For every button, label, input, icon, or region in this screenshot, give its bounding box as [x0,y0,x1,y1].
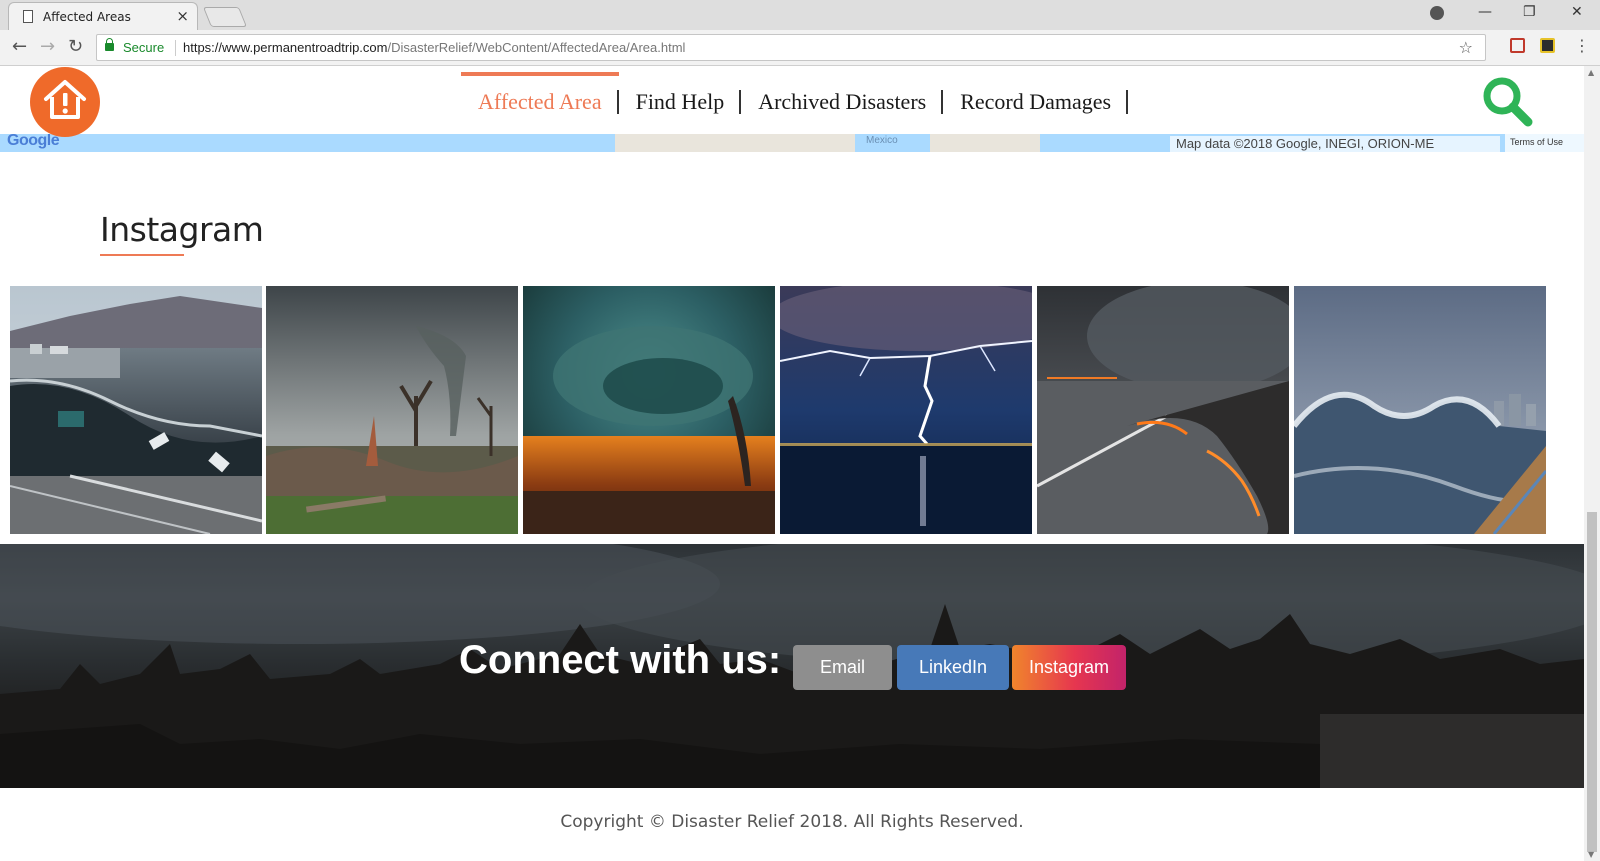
house-alert-icon [44,80,86,119]
page-scrollbar[interactable]: ▲ ▼ [1584,66,1600,861]
page: Google Mexico Map data ©2018 Google, INE… [0,66,1584,861]
scroll-up-icon[interactable]: ▲ [1588,68,1594,77]
window-close-icon[interactable]: ✕ [1571,4,1583,20]
search-icon [1483,77,1533,127]
title-underline [100,254,184,256]
connect-banner: Connect with us: Email LinkedIn Instagra… [0,544,1584,788]
map-attribution: Map data ©2018 Google, INEGI, ORION-ME [1170,136,1500,152]
lock-icon [105,38,114,51]
url-path: /DisasterRelief/WebContent/AffectedArea/… [387,40,686,55]
divider [175,40,176,56]
scrollbar-thumb[interactable] [1587,512,1597,852]
section-title: Instagram [100,210,264,249]
document-icon [23,10,33,23]
extension-icon[interactable] [1540,38,1555,53]
lava-road-photo[interactable] [1037,286,1289,534]
map-label: Mexico [866,135,898,146]
tornado-sunset-photo[interactable] [523,286,775,534]
map-land [615,132,855,152]
extension-pocket-icon[interactable] [1510,38,1525,53]
map-strip[interactable]: Google Mexico Map data ©2018 Google, INE… [0,132,1584,152]
instagram-gallery [10,286,1574,534]
forward-icon[interactable]: → [40,36,55,57]
tsunami-city-photo[interactable] [10,286,262,534]
copyright-text: Copyright © Disaster Relief 2018. All Ri… [560,812,1024,832]
browser-toolbar: ← → ↻ Secure https://www.permanentroadtr… [0,30,1600,66]
search-button[interactable] [1480,74,1536,130]
site-logo[interactable] [30,67,100,137]
map-land [930,132,1040,152]
linkedin-button[interactable]: LinkedIn [897,645,1009,690]
reload-icon[interactable]: ↻ [68,36,83,57]
address-bar[interactable]: Secure https://www.permanentroadtrip.com… [96,34,1486,61]
giant-wave-photo[interactable] [1294,286,1546,534]
nav-affected-area[interactable]: Affected Area [461,66,619,134]
nav-find-help[interactable]: Find Help [619,66,742,134]
back-icon[interactable]: ← [12,36,27,57]
instagram-button[interactable]: Instagram [1012,645,1126,690]
lightning-sea-photo[interactable] [780,286,1032,534]
tab-close-icon[interactable]: × [176,7,189,25]
url-host: https://www.permanentroadtrip.com [183,40,388,55]
google-logo: Google [7,132,60,149]
email-button[interactable]: Email [793,645,892,690]
profile-icon[interactable] [1430,6,1444,20]
restore-icon[interactable]: ❐ [1523,4,1536,20]
main-nav: Affected Area Find Help Archived Disaste… [461,66,1129,134]
bookmark-star-icon[interactable]: ☆ [1459,38,1473,57]
connect-title: Connect with us: [459,638,782,682]
city-skyline-image [0,544,1584,788]
scroll-down-icon[interactable]: ▼ [1588,850,1594,859]
site-footer: Copyright © Disaster Relief 2018. All Ri… [0,788,1584,861]
url-text[interactable]: https://www.permanentroadtrip.com/Disast… [183,40,685,55]
new-tab-button[interactable] [202,7,248,27]
site-header: Affected Area Find Help Archived Disaste… [0,66,1584,137]
tab-title: Affected Areas [43,10,131,24]
nav-record-damages[interactable]: Record Damages [943,66,1129,134]
tornado-debris-photo[interactable] [266,286,518,534]
secure-label: Secure [123,40,165,55]
browser-menu-icon[interactable]: ⋮ [1574,36,1590,55]
minimize-icon[interactable]: — [1478,4,1492,20]
nav-archived-disasters[interactable]: Archived Disasters [741,66,944,134]
browser-tab-bar: Affected Areas × — ❐ ✕ [0,0,1600,30]
map-terms-link[interactable]: Terms of Use [1505,132,1584,152]
browser-tab[interactable]: Affected Areas × [8,2,198,30]
